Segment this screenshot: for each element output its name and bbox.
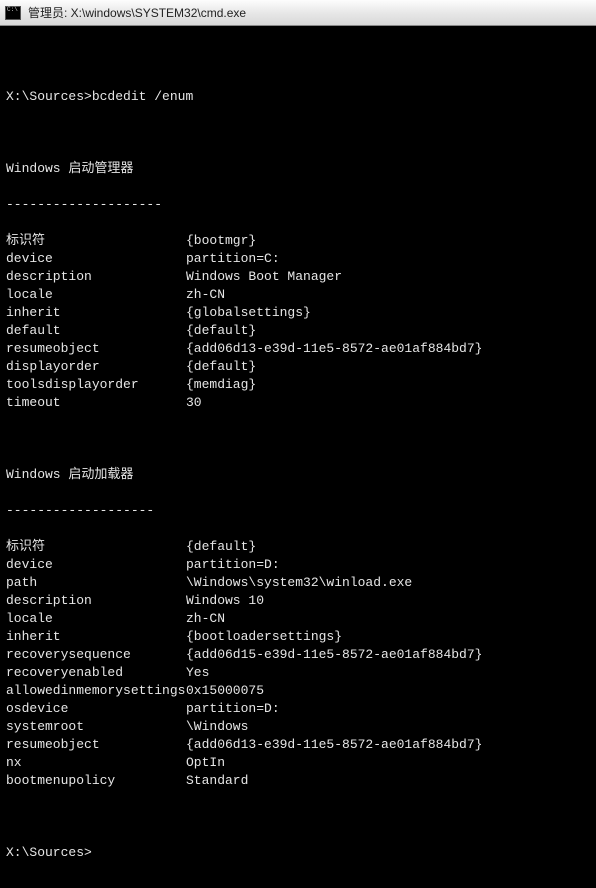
output-row: descriptionWindows Boot Manager: [6, 268, 590, 286]
output-key: systemroot: [6, 718, 186, 736]
output-key: 标识符: [6, 538, 186, 556]
output-key: default: [6, 322, 186, 340]
section-header-loader: Windows 启动加载器: [6, 466, 590, 484]
output-value: {add06d13-e39d-11e5-8572-ae01af884bd7}: [186, 340, 482, 358]
output-key: description: [6, 268, 186, 286]
output-value: {memdiag}: [186, 376, 256, 394]
output-value: zh-CN: [186, 286, 225, 304]
terminal-output[interactable]: X:\Sources>bcdedit /enum Windows 启动管理器 -…: [0, 26, 596, 888]
output-value: {add06d15-e39d-11e5-8572-ae01af884bd7}: [186, 646, 482, 664]
output-row: displayorder{default}: [6, 358, 590, 376]
output-key: displayorder: [6, 358, 186, 376]
output-key: allowedinmemorysettings: [6, 682, 186, 700]
output-value: 0x15000075: [186, 682, 264, 700]
output-row: toolsdisplayorder{memdiag}: [6, 376, 590, 394]
prompt-line: X:\Sources>bcdedit /enum: [6, 88, 590, 106]
output-key: bootmenupolicy: [6, 772, 186, 790]
output-value: Yes: [186, 664, 209, 682]
output-key: locale: [6, 610, 186, 628]
output-value: partition=D:: [186, 556, 280, 574]
output-row: descriptionWindows 10: [6, 592, 590, 610]
output-value: Standard: [186, 772, 248, 790]
cmd-icon: [5, 6, 21, 20]
output-value: \Windows\system32\winload.exe: [186, 574, 412, 592]
output-row: recoverysequence{add06d15-e39d-11e5-8572…: [6, 646, 590, 664]
output-value: Windows 10: [186, 592, 264, 610]
output-row: recoveryenabledYes: [6, 664, 590, 682]
blank-line: [6, 124, 590, 142]
output-value: 30: [186, 394, 202, 412]
output-value: {globalsettings}: [186, 304, 311, 322]
output-value: partition=C:: [186, 250, 280, 268]
output-key: resumeobject: [6, 340, 186, 358]
blank-line: [6, 430, 590, 448]
section-dashes: --------------------: [6, 196, 590, 214]
output-value: OptIn: [186, 754, 225, 772]
output-row: resumeobject{add06d13-e39d-11e5-8572-ae0…: [6, 340, 590, 358]
output-row: resumeobject{add06d13-e39d-11e5-8572-ae0…: [6, 736, 590, 754]
output-value: \Windows: [186, 718, 248, 736]
output-key: recoverysequence: [6, 646, 186, 664]
output-value: {default}: [186, 322, 256, 340]
output-row: path\Windows\system32\winload.exe: [6, 574, 590, 592]
output-row: inherit{globalsettings}: [6, 304, 590, 322]
output-value: {add06d13-e39d-11e5-8572-ae01af884bd7}: [186, 736, 482, 754]
prompt-path: X:\Sources>: [6, 88, 92, 106]
output-key: inherit: [6, 628, 186, 646]
prompt-end: X:\Sources>: [6, 844, 590, 862]
output-value: {default}: [186, 538, 256, 556]
output-value: {bootmgr}: [186, 232, 256, 250]
output-key: toolsdisplayorder: [6, 376, 186, 394]
output-row: localezh-CN: [6, 286, 590, 304]
output-key: inherit: [6, 304, 186, 322]
output-value: zh-CN: [186, 610, 225, 628]
section-dashes: -------------------: [6, 502, 590, 520]
output-row: devicepartition=C:: [6, 250, 590, 268]
output-key: locale: [6, 286, 186, 304]
command-text: bcdedit /enum: [92, 88, 193, 106]
output-key: osdevice: [6, 700, 186, 718]
output-row: allowedinmemorysettings0x15000075: [6, 682, 590, 700]
output-key: nx: [6, 754, 186, 772]
output-value: {default}: [186, 358, 256, 376]
blank-line: [6, 52, 590, 70]
output-key: description: [6, 592, 186, 610]
output-value: {bootloadersettings}: [186, 628, 342, 646]
output-row: 标识符{default}: [6, 538, 590, 556]
output-row: devicepartition=D:: [6, 556, 590, 574]
output-key: device: [6, 556, 186, 574]
output-row: 标识符{bootmgr}: [6, 232, 590, 250]
output-row: localezh-CN: [6, 610, 590, 628]
window-titlebar[interactable]: 管理员: X:\windows\SYSTEM32\cmd.exe: [0, 0, 596, 26]
output-row: systemroot\Windows: [6, 718, 590, 736]
output-key: resumeobject: [6, 736, 186, 754]
output-key: timeout: [6, 394, 186, 412]
output-row: inherit{bootloadersettings}: [6, 628, 590, 646]
blank-line: [6, 808, 590, 826]
output-key: device: [6, 250, 186, 268]
output-row: nxOptIn: [6, 754, 590, 772]
output-row: timeout30: [6, 394, 590, 412]
output-key: path: [6, 574, 186, 592]
output-key: 标识符: [6, 232, 186, 250]
output-row: bootmenupolicyStandard: [6, 772, 590, 790]
window-title: 管理员: X:\windows\SYSTEM32\cmd.exe: [28, 4, 246, 21]
output-row: default{default}: [6, 322, 590, 340]
output-value: partition=D:: [186, 700, 280, 718]
section-header-bootmgr: Windows 启动管理器: [6, 160, 590, 178]
window-icon: [4, 5, 22, 21]
output-value: Windows Boot Manager: [186, 268, 342, 286]
output-row: osdevicepartition=D:: [6, 700, 590, 718]
output-key: recoveryenabled: [6, 664, 186, 682]
